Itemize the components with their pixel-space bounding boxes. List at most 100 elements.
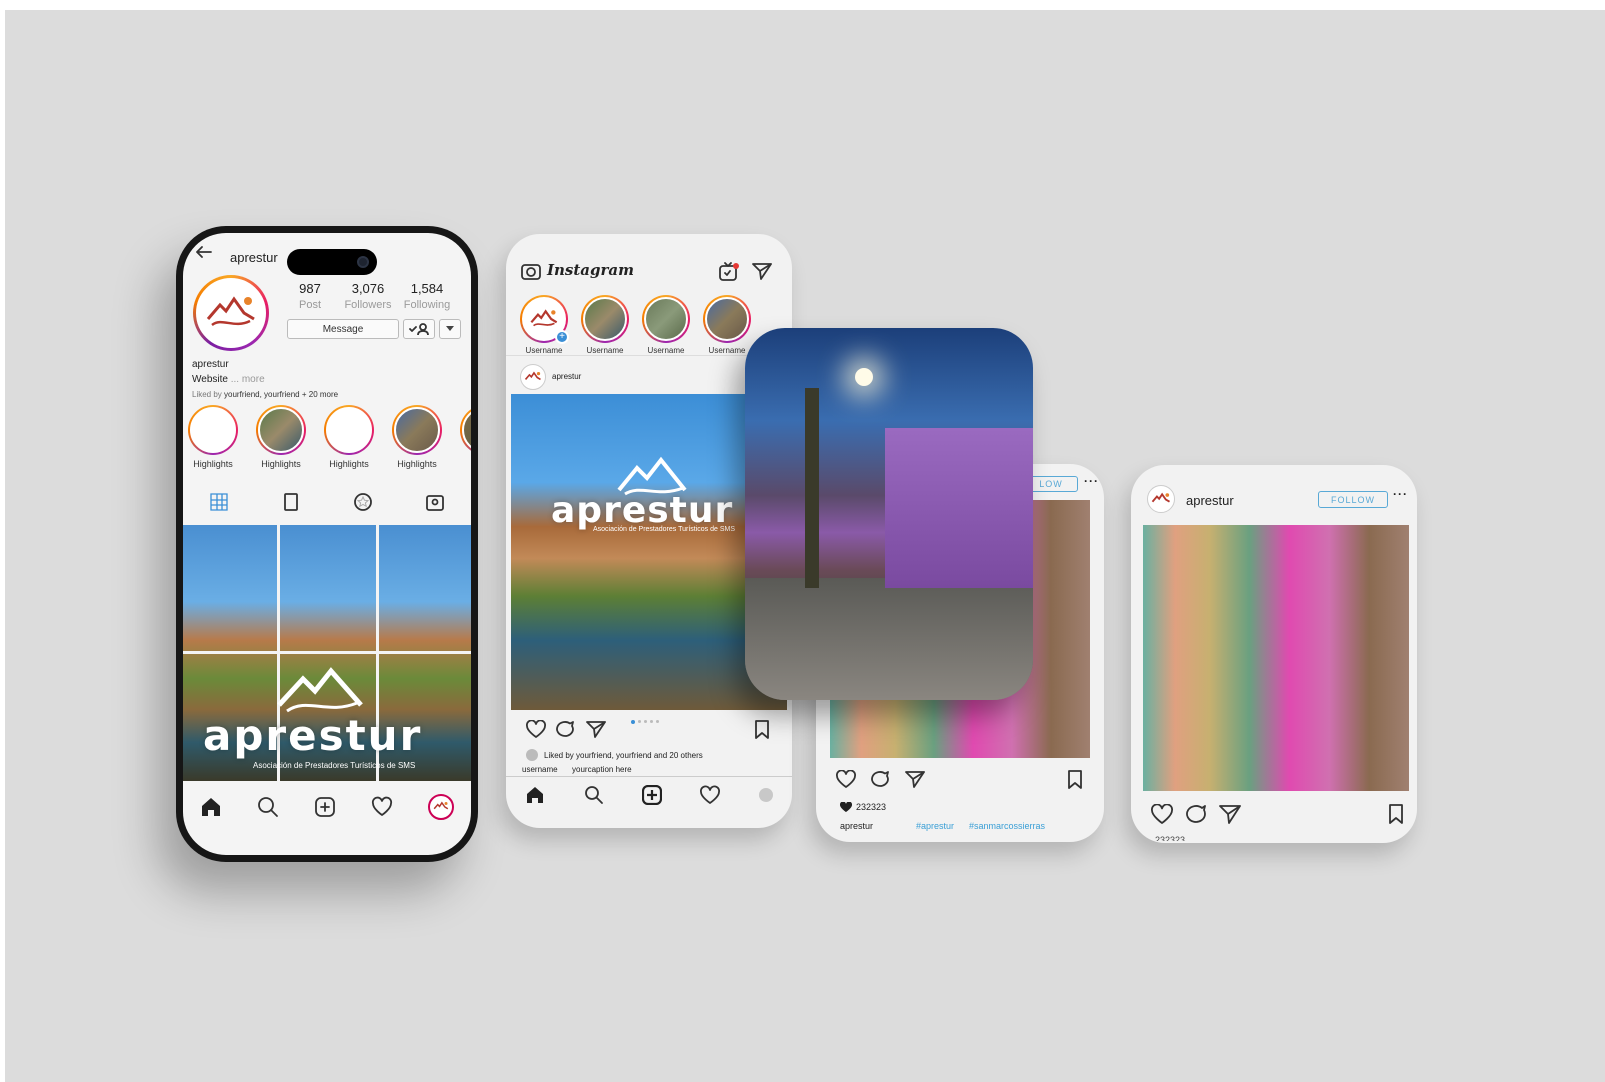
aprestur-logo-icon bbox=[206, 296, 255, 327]
highlight-item[interactable]: Highlights bbox=[185, 405, 241, 469]
follow-button[interactable]: FOLLOW bbox=[1318, 491, 1388, 508]
liked-suffix[interactable]: + 20 more bbox=[302, 390, 338, 399]
carousel-dot bbox=[638, 720, 641, 723]
person-check-icon bbox=[409, 323, 429, 335]
profile-phone: aprestur 987 Post 3,076 Followers 1,584 … bbox=[176, 226, 478, 862]
message-button[interactable]: Message bbox=[287, 319, 399, 339]
more-options-icon[interactable]: ··· bbox=[1084, 474, 1099, 488]
profile-screen: aprestur 987 Post 3,076 Followers 1,584 … bbox=[183, 233, 471, 855]
comment-icon[interactable] bbox=[1186, 804, 1208, 824]
add-post-icon[interactable] bbox=[314, 796, 336, 818]
heart-icon[interactable] bbox=[371, 796, 393, 818]
bio-more[interactable]: ... more bbox=[231, 374, 265, 385]
story-label: Username bbox=[647, 346, 685, 355]
like-icon[interactable] bbox=[526, 720, 546, 738]
like-icon[interactable] bbox=[836, 770, 856, 788]
profile-tab-avatar[interactable] bbox=[758, 788, 773, 802]
carousel-dot bbox=[656, 720, 659, 723]
back-arrow-icon[interactable] bbox=[195, 245, 213, 259]
comment-icon[interactable] bbox=[871, 770, 891, 788]
post-username[interactable]: aprestur bbox=[1186, 493, 1234, 508]
bookmark-icon[interactable] bbox=[754, 720, 770, 739]
profile-username: aprestur bbox=[230, 250, 278, 265]
tagged-tab-icon[interactable] bbox=[426, 493, 444, 511]
floating-night-photo bbox=[745, 328, 1033, 700]
direct-message-icon[interactable] bbox=[752, 262, 772, 280]
liker-avatar bbox=[526, 749, 538, 761]
divider bbox=[506, 776, 792, 777]
caption-username[interactable]: aprestur bbox=[840, 821, 873, 831]
street-lamp-light bbox=[855, 368, 873, 386]
grid-divider bbox=[183, 651, 471, 654]
hashtag[interactable]: #aprestur bbox=[916, 821, 954, 831]
bookmark-icon[interactable] bbox=[1067, 770, 1083, 789]
highlight-item[interactable]: Highlights bbox=[321, 405, 377, 469]
post-card-4: aprestur FOLLOW ··· 232323 bbox=[1131, 465, 1417, 843]
story-item[interactable]: Username bbox=[699, 295, 755, 355]
highlight-item[interactable]: Highlights bbox=[253, 405, 309, 469]
home-icon[interactable] bbox=[525, 785, 545, 805]
share-icon[interactable] bbox=[1219, 804, 1241, 824]
instagram-wordmark: Instagram bbox=[547, 261, 634, 279]
bookmark-icon[interactable] bbox=[1388, 804, 1404, 824]
post-logo-text: aprestur bbox=[551, 490, 734, 531]
post-avatar[interactable] bbox=[1147, 485, 1175, 513]
highlight-item[interactable]: Highlights bbox=[389, 405, 445, 469]
search-icon[interactable] bbox=[257, 796, 279, 818]
tree-trunk bbox=[805, 388, 819, 588]
highlight-label: Highlights bbox=[397, 459, 437, 469]
heart-filled-icon bbox=[840, 802, 852, 812]
like-icon[interactable] bbox=[1151, 804, 1173, 824]
stat-following[interactable]: 1,584 Following bbox=[397, 281, 457, 311]
igtv-icon[interactable] bbox=[718, 262, 740, 282]
bio-website[interactable]: Website bbox=[192, 374, 228, 385]
stat-posts[interactable]: 987 Post bbox=[280, 281, 340, 311]
add-post-icon[interactable] bbox=[641, 785, 662, 805]
search-icon[interactable] bbox=[584, 785, 604, 805]
highlight-label: Highlights bbox=[193, 459, 233, 469]
liked-prefix: Liked by bbox=[192, 390, 222, 399]
add-story-badge[interactable]: + bbox=[555, 330, 569, 344]
follow-status-button[interactable] bbox=[403, 319, 435, 339]
feed-bottom-nav bbox=[506, 780, 792, 810]
story-item[interactable]: Username bbox=[577, 295, 633, 355]
carousel-dots bbox=[631, 720, 659, 724]
camera-icon[interactable] bbox=[521, 262, 541, 280]
reels-tab-icon[interactable] bbox=[282, 493, 300, 511]
profile-tabs bbox=[183, 485, 471, 519]
grid-tab-icon[interactable] bbox=[210, 493, 228, 511]
profile-avatar[interactable] bbox=[193, 275, 269, 351]
street-road bbox=[745, 578, 1033, 700]
share-icon[interactable] bbox=[586, 720, 606, 738]
highlight-item[interactable]: Hi bbox=[457, 405, 471, 469]
post-image-street[interactable] bbox=[1143, 525, 1409, 791]
story-item[interactable]: Username bbox=[638, 295, 694, 355]
heart-icon[interactable] bbox=[700, 785, 721, 805]
likes-count[interactable]: 232323 bbox=[856, 802, 886, 812]
post-avatar[interactable] bbox=[520, 364, 546, 390]
post-username[interactable]: aprestur bbox=[552, 372, 581, 381]
stat-posts-label: Post bbox=[298, 299, 321, 311]
comment-icon[interactable] bbox=[556, 720, 576, 738]
aprestur-logo-icon bbox=[433, 801, 448, 810]
profile-photo-grid[interactable]: aprestur Asociación de Prestadores Turís… bbox=[183, 525, 471, 781]
story-item-own[interactable]: + Username bbox=[516, 295, 572, 355]
caption-username[interactable]: username bbox=[522, 765, 558, 774]
stat-following-label: Following bbox=[403, 299, 451, 311]
more-dropdown-button[interactable] bbox=[439, 319, 461, 339]
star-tab-icon[interactable] bbox=[354, 493, 372, 511]
profile-tab-avatar[interactable] bbox=[427, 794, 454, 820]
bio-name: aprestur bbox=[192, 359, 229, 370]
home-icon[interactable] bbox=[200, 796, 222, 818]
liked-names[interactable]: yourfriend, yourfriend bbox=[224, 390, 300, 399]
story-label: Username bbox=[525, 346, 563, 355]
stories-row: + Username Username Username Username bbox=[516, 295, 755, 355]
likes-count[interactable]: 232323 bbox=[1155, 835, 1185, 841]
share-icon[interactable] bbox=[905, 770, 925, 788]
profile-bottom-nav bbox=[183, 785, 471, 829]
chevron-down-icon bbox=[446, 326, 454, 331]
more-options-icon[interactable]: ··· bbox=[1393, 487, 1408, 501]
feed-liked-by[interactable]: Liked by yourfriend, yourfriend and 20 o… bbox=[544, 751, 703, 760]
hashtag[interactable]: #sanmarcossierras bbox=[969, 821, 1045, 831]
stat-followers[interactable]: 3,076 Followers bbox=[338, 281, 398, 311]
